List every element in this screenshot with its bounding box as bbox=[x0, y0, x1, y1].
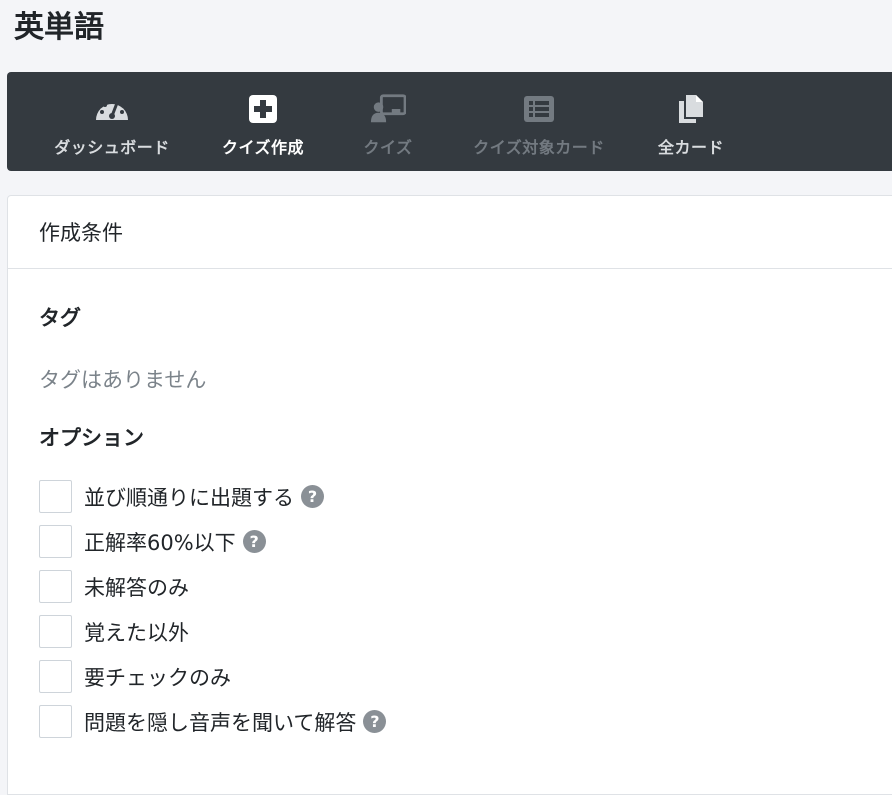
copy-cards-icon bbox=[673, 93, 709, 125]
option-unanswered-only[interactable]: 未解答のみ bbox=[39, 570, 189, 603]
option-not-memorized[interactable]: 覚えた以外 bbox=[39, 615, 189, 648]
checkbox[interactable] bbox=[39, 570, 72, 603]
tags-empty-text: タグはありません bbox=[39, 368, 207, 392]
nav-item-dashboard[interactable]: ダッシュボード bbox=[52, 72, 172, 171]
nav-item-label: クイズ対象カード bbox=[473, 138, 605, 157]
checkbox[interactable] bbox=[39, 615, 72, 648]
plus-square-icon bbox=[245, 93, 281, 125]
nav-item-label: ダッシュボード bbox=[54, 138, 170, 157]
quiz-create-card: 作成条件 タグ タグはありません オプション 並び順通りに出題する ? 正解率6… bbox=[7, 195, 892, 795]
chalkboard-teacher-icon bbox=[370, 93, 406, 125]
nav-item-label: 全カード bbox=[657, 138, 724, 157]
page-title: 英単語 bbox=[14, 10, 104, 45]
checkbox[interactable] bbox=[39, 660, 72, 693]
card-header: 作成条件 bbox=[8, 196, 892, 269]
options-section-title: オプション bbox=[39, 426, 144, 450]
option-label: 未解答のみ bbox=[84, 575, 189, 600]
checkbox[interactable] bbox=[39, 480, 72, 513]
option-audio-answer[interactable]: 問題を隠し音声を聞いて解答 ? bbox=[39, 705, 387, 738]
nav-item-all-cards[interactable]: 全カード bbox=[655, 72, 727, 171]
option-label: 問題を隠し音声を聞いて解答 bbox=[84, 710, 357, 735]
nav-item-label: クイズ bbox=[363, 138, 413, 157]
nav-item-quiz-target-cards[interactable]: クイズ対象カード bbox=[472, 72, 606, 171]
option-label: 覚えた以外 bbox=[84, 620, 189, 645]
nav-item-label: クイズ作成 bbox=[221, 138, 305, 157]
tags-section-title: タグ bbox=[39, 306, 81, 330]
list-alt-icon bbox=[521, 93, 557, 125]
nav-item-quiz[interactable]: クイズ bbox=[360, 72, 416, 171]
option-accuracy-below-60[interactable]: 正解率60%以下 ? bbox=[39, 525, 266, 558]
help-icon[interactable]: ? bbox=[363, 710, 387, 733]
option-label: 並び順通りに出題する bbox=[84, 485, 294, 510]
help-icon[interactable]: ? bbox=[242, 530, 266, 553]
checkbox[interactable] bbox=[39, 525, 72, 558]
dashboard-gauge-icon bbox=[94, 93, 130, 125]
option-label: 正解率60%以下 bbox=[84, 530, 236, 555]
option-needs-check-only[interactable]: 要チェックのみ bbox=[39, 660, 231, 693]
top-navbar: ダッシュボード クイズ作成 クイズ クイズ対象カード 全カード bbox=[7, 72, 892, 171]
option-sequential-order[interactable]: 並び順通りに出題する ? bbox=[39, 480, 324, 513]
option-label: 要チェックのみ bbox=[84, 665, 231, 690]
nav-item-quiz-create[interactable]: クイズ作成 bbox=[217, 72, 309, 171]
checkbox[interactable] bbox=[39, 705, 72, 738]
help-icon[interactable]: ? bbox=[301, 485, 324, 508]
